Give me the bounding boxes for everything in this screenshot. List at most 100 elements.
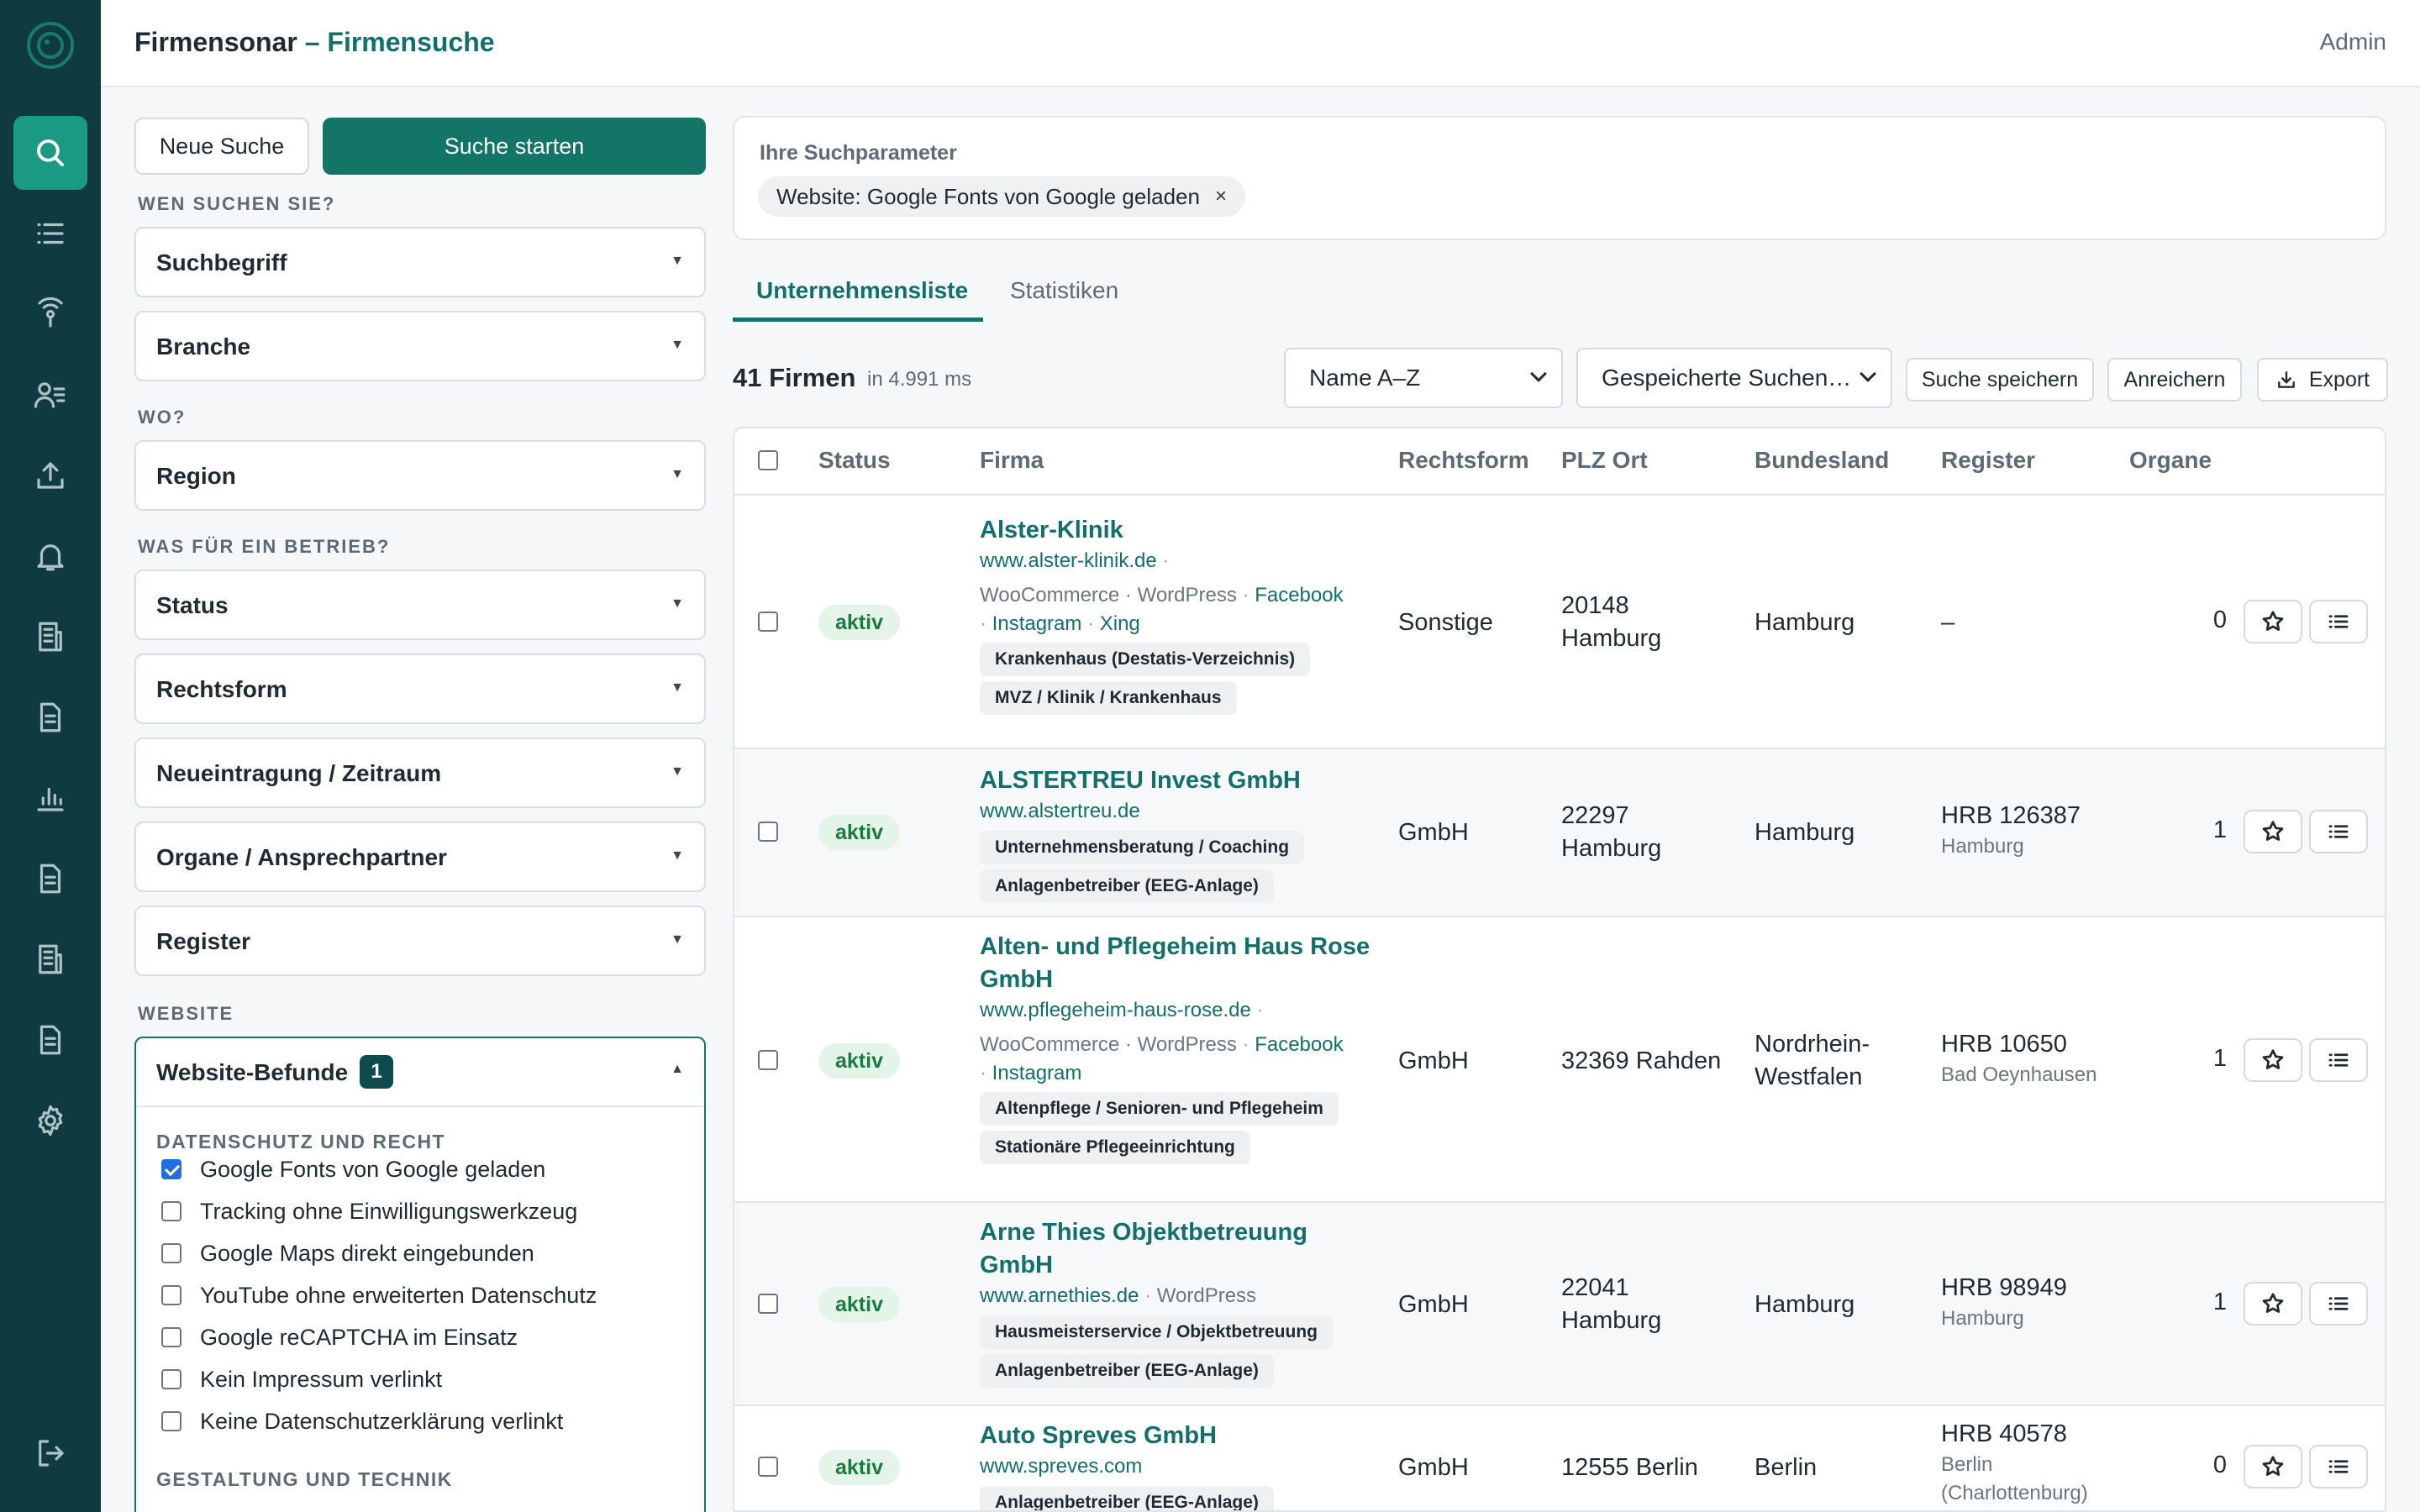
option-impressum[interactable]: Kein Impressum verlinkt <box>161 1362 442 1396</box>
favorite-button[interactable] <box>2244 1038 2302 1082</box>
favorite-button[interactable] <box>2244 1445 2302 1488</box>
company-website-link[interactable]: www.alstertreu.de <box>980 797 1383 826</box>
filter-region[interactable]: Region ▼ <box>134 440 706 511</box>
details-button[interactable] <box>2309 600 2368 643</box>
sidebar-item-search[interactable] <box>13 116 87 190</box>
company-name[interactable]: ALSTERTREU Invest GmbH <box>980 764 1383 797</box>
table-row[interactable]: aktiv Alten- und Pflegeheim Haus Rose Gm… <box>734 917 2385 1203</box>
instagram-link[interactable]: Instagram <box>992 1062 1082 1084</box>
bell-icon <box>37 544 64 571</box>
sidebar-item-settings[interactable] <box>13 1084 87 1158</box>
column-register[interactable]: Register <box>1941 447 2035 474</box>
filter-rechtsform[interactable]: Rechtsform ▼ <box>134 654 706 724</box>
new-search-button[interactable]: Neue Suche <box>134 118 309 175</box>
company-website-link[interactable]: www.alster-klinik.de <box>980 549 1157 572</box>
table-row[interactable]: aktiv Arne Thies Objektbetreuung GmbH ww… <box>734 1203 2385 1406</box>
company-name[interactable]: Alster-Klinik <box>980 514 1383 547</box>
checkbox[interactable] <box>161 1411 182 1431</box>
company-name[interactable]: Arne Thies Objektbetreuung GmbH <box>980 1216 1375 1282</box>
enrich-button[interactable]: Anreichern <box>2107 358 2242 402</box>
filter-organe[interactable]: Organe / Ansprechpartner ▼ <box>134 822 706 892</box>
details-button[interactable] <box>2309 1445 2368 1488</box>
section-label-website: WEBSITE <box>138 1003 234 1024</box>
instagram-link[interactable]: Instagram <box>992 612 1082 635</box>
sidebar-item-list[interactable] <box>13 197 87 270</box>
list-icon <box>37 223 64 244</box>
sidebar-item-documents[interactable] <box>13 680 87 754</box>
sidebar-item-files[interactable] <box>13 1003 87 1077</box>
sidebar-item-logout[interactable] <box>13 1416 87 1490</box>
company-name[interactable]: Alten- und Pflegeheim Haus Rose GmbH <box>980 931 1375 996</box>
table-row[interactable]: aktiv Auto Spreves GmbH www.spreves.com … <box>734 1406 2385 1510</box>
checkbox[interactable] <box>161 1201 182 1221</box>
sidebar-item-statistics[interactable] <box>13 761 87 835</box>
user-menu[interactable]: Admin <box>2320 29 2386 55</box>
filter-register[interactable]: Register ▼ <box>134 906 706 976</box>
column-status[interactable]: Status <box>818 447 891 474</box>
table-row[interactable]: aktiv Alster-Klinik www.alster-klinik.de… <box>734 496 2385 749</box>
select-all-checkbox[interactable] <box>758 450 778 470</box>
favorite-button[interactable] <box>2244 1282 2302 1326</box>
column-plz-ort[interactable]: PLZ Ort <box>1561 447 1648 474</box>
sidebar-item-upload[interactable] <box>13 438 87 512</box>
tab-statistiken[interactable]: Statistiken <box>1010 277 1118 304</box>
column-firma[interactable]: Firma <box>980 447 1044 474</box>
sidebar-item-contacts[interactable] <box>13 358 87 432</box>
sidebar-item-reports[interactable] <box>13 842 87 916</box>
facebook-link[interactable]: Facebook <box>1255 1033 1343 1056</box>
app-logo[interactable] <box>27 22 74 69</box>
save-search-button[interactable]: Suche speichern <box>1906 358 2094 402</box>
row-checkbox[interactable] <box>758 612 778 632</box>
option-tracking[interactable]: Tracking ohne Einwilligungswerkzeug <box>161 1194 577 1228</box>
checkbox[interactable] <box>161 1369 182 1389</box>
saved-searches-select[interactable]: Gespeicherte Suchen… <box>1576 348 1892 408</box>
row-checkbox[interactable] <box>758 1294 778 1314</box>
company-website-link[interactable]: www.arnethies.de <box>980 1284 1139 1307</box>
filter-status[interactable]: Status ▼ <box>134 570 706 640</box>
favorite-button[interactable] <box>2244 810 2302 853</box>
filter-neueintragung[interactable]: Neueintragung / Zeitraum ▼ <box>134 738 706 808</box>
column-organe[interactable]: Organe <box>2129 447 2212 474</box>
details-button[interactable] <box>2309 1282 2368 1326</box>
export-button[interactable]: Export <box>2257 358 2388 402</box>
xing-link[interactable]: Xing <box>1100 612 1140 635</box>
option-google-maps[interactable]: Google Maps direkt eingebunden <box>161 1236 534 1270</box>
close-icon[interactable]: × <box>1215 185 1227 208</box>
sidebar-item-radar[interactable] <box>13 277 87 351</box>
facebook-link[interactable]: Facebook <box>1255 584 1343 606</box>
company-name[interactable]: Auto Spreves GmbH <box>980 1420 1383 1452</box>
option-recaptcha[interactable]: Google reCAPTCHA im Einsatz <box>161 1320 518 1354</box>
row-checkbox[interactable] <box>758 1050 778 1070</box>
industry-tag: Stationäre Pflegeeinrichtung <box>980 1131 1250 1164</box>
details-button[interactable] <box>2309 1038 2368 1082</box>
filter-branche[interactable]: Branche ▼ <box>134 311 706 381</box>
row-checkbox[interactable] <box>758 1457 778 1477</box>
column-rechtsform[interactable]: Rechtsform <box>1398 447 1529 474</box>
sidebar-item-registry[interactable] <box>13 922 87 996</box>
option-datenschutzerklaerung[interactable]: Keine Datenschutzerklärung verlinkt <box>161 1404 563 1438</box>
bundesland-cell: Hamburg <box>1754 819 1855 846</box>
checkbox[interactable] <box>161 1327 182 1347</box>
sidebar-item-notifications[interactable] <box>13 519 87 593</box>
filter-suchbegriff[interactable]: Suchbegriff ▼ <box>134 227 706 297</box>
start-search-button[interactable]: Suche starten <box>323 118 706 175</box>
favorite-button[interactable] <box>2244 600 2302 643</box>
sidebar-item-companies[interactable] <box>13 600 87 674</box>
filter-website-header[interactable]: Website-Befunde 1 ▲ <box>136 1038 704 1107</box>
details-button[interactable] <box>2309 810 2368 853</box>
row-checkbox[interactable] <box>758 822 778 842</box>
column-bundesland[interactable]: Bundesland <box>1754 447 1889 474</box>
table-row[interactable]: aktiv ALSTERTREU Invest GmbH www.alstert… <box>734 749 2385 917</box>
option-google-fonts[interactable]: Google Fonts von Google geladen <box>161 1152 545 1186</box>
checkbox[interactable] <box>161 1159 182 1179</box>
industry-tag: Anlagenbetreiber (EEG-Anlage) <box>980 1486 1274 1510</box>
option-youtube[interactable]: YouTube ohne erweiterten Datenschutz <box>161 1278 597 1312</box>
checkbox[interactable] <box>161 1243 182 1263</box>
sort-select[interactable]: Name A–Z <box>1284 348 1563 408</box>
company-website-link[interactable]: www.spreves.com <box>980 1452 1383 1481</box>
caret-down-icon: ▼ <box>671 680 684 695</box>
company-website-link[interactable]: www.pflegeheim-haus-rose.de <box>980 999 1251 1021</box>
checkbox[interactable] <box>161 1285 182 1305</box>
plz-ort-cell: 20148 Hamburg <box>1561 592 1662 652</box>
tab-unternehmensliste[interactable]: Unternehmensliste <box>756 277 968 304</box>
